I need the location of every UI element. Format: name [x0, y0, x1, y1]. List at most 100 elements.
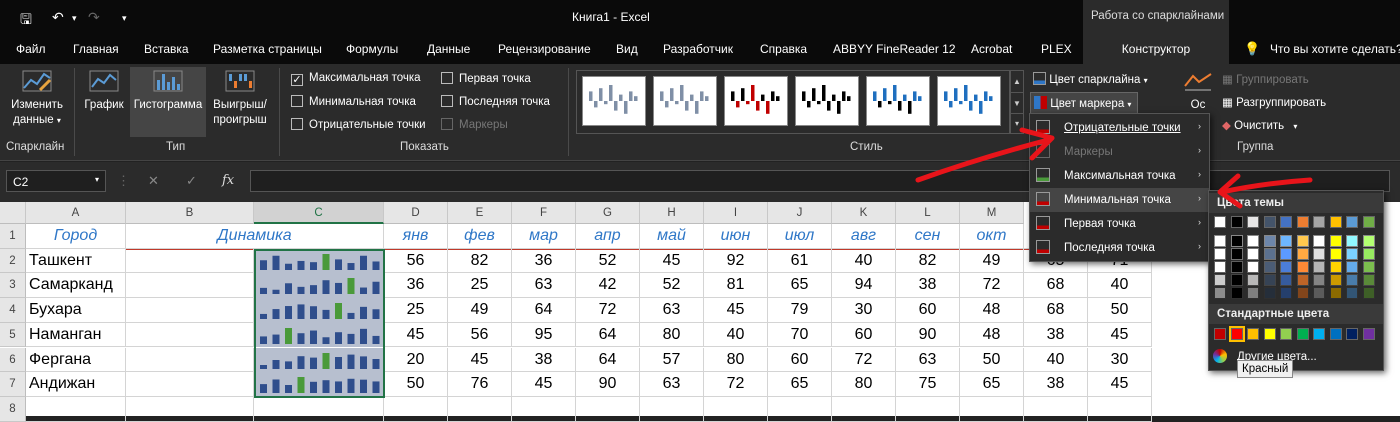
- value-cell[interactable]: 45: [384, 322, 448, 348]
- cell[interactable]: [126, 273, 254, 299]
- city-cell[interactable]: Бухара: [26, 298, 126, 323]
- ungroup-button[interactable]: ▦ Разгруппировать: [1222, 95, 1326, 109]
- cell[interactable]: [1088, 396, 1152, 422]
- header-city[interactable]: Город: [26, 224, 126, 249]
- value-cell[interactable]: 52: [640, 273, 704, 299]
- value-cell[interactable]: 38: [1024, 372, 1088, 397]
- row-header-8[interactable]: 8: [0, 396, 26, 422]
- tab-help[interactable]: Справка: [760, 42, 807, 56]
- theme-color-swatch[interactable]: [1214, 216, 1226, 228]
- cancel-icon[interactable]: ✕: [148, 173, 159, 189]
- cell[interactable]: [126, 396, 254, 422]
- type-column-button[interactable]: Гистограмма: [130, 67, 206, 137]
- theme-color-shade[interactable]: [1280, 287, 1292, 299]
- row-header-4[interactable]: 4: [0, 298, 26, 323]
- theme-color-shade[interactable]: [1247, 261, 1259, 273]
- last-point-checkbox[interactable]: Последняя точка: [441, 95, 550, 108]
- theme-color-shade[interactable]: [1263, 261, 1276, 273]
- value-cell[interactable]: 38: [896, 273, 960, 299]
- city-cell[interactable]: Андижан: [26, 372, 126, 397]
- cell[interactable]: [704, 396, 768, 422]
- theme-color-swatch[interactable]: [1313, 216, 1325, 228]
- customize-qat-icon[interactable]: ▾: [122, 13, 127, 24]
- sparkline-color-button[interactable]: Цвет спарклайна ▾: [1033, 72, 1148, 86]
- column-header-A[interactable]: A: [26, 202, 126, 224]
- tab-abbyy[interactable]: ABBYY FineReader 12: [833, 42, 956, 56]
- style-thumb-4[interactable]: [795, 76, 859, 126]
- theme-color-shade[interactable]: [1263, 248, 1276, 260]
- value-cell[interactable]: 92: [704, 248, 768, 274]
- theme-color-shade[interactable]: [1346, 274, 1358, 286]
- tab-design[interactable]: Конструктор: [1083, 34, 1229, 64]
- theme-color-shade[interactable]: [1362, 274, 1375, 286]
- column-header-H[interactable]: H: [640, 202, 704, 224]
- city-cell[interactable]: Ташкент: [26, 248, 126, 274]
- theme-color-shade[interactable]: [1313, 274, 1325, 286]
- standard-color-swatch[interactable]: [1329, 328, 1342, 340]
- value-cell[interactable]: 56: [448, 322, 512, 348]
- theme-color-shade[interactable]: [1296, 287, 1309, 299]
- theme-color-swatch[interactable]: [1346, 216, 1358, 228]
- column-header-C[interactable]: C: [254, 202, 384, 224]
- scroll-down-icon[interactable]: ▼: [1011, 92, 1023, 113]
- header-month[interactable]: сен: [896, 224, 960, 249]
- value-cell[interactable]: 38: [1024, 322, 1088, 348]
- value-cell[interactable]: 80: [640, 322, 704, 348]
- tab-review[interactable]: Рецензирование: [498, 42, 591, 56]
- header-month[interactable]: апр: [576, 224, 640, 249]
- theme-color-shade[interactable]: [1247, 287, 1259, 299]
- standard-color-swatch[interactable]: [1313, 328, 1325, 340]
- menu-item-last-point[interactable]: Последняя точка ›: [1030, 236, 1209, 260]
- formula-input[interactable]: [250, 170, 1390, 192]
- theme-color-shade[interactable]: [1214, 287, 1226, 299]
- theme-color-shade[interactable]: [1329, 261, 1342, 273]
- value-cell[interactable]: 68: [1024, 298, 1088, 323]
- theme-color-shade[interactable]: [1329, 248, 1342, 260]
- theme-color-shade[interactable]: [1313, 235, 1325, 247]
- theme-color-swatch[interactable]: [1329, 216, 1342, 228]
- theme-color-shade[interactable]: [1296, 274, 1309, 286]
- row-header-2[interactable]: 2: [0, 248, 26, 274]
- theme-color-shade[interactable]: [1230, 235, 1243, 247]
- value-cell[interactable]: 25: [384, 298, 448, 323]
- column-header-E[interactable]: E: [448, 202, 512, 224]
- value-cell[interactable]: 57: [640, 347, 704, 373]
- value-cell[interactable]: 60: [768, 347, 832, 373]
- value-cell[interactable]: 45: [512, 372, 576, 397]
- value-cell[interactable]: 65: [768, 372, 832, 397]
- value-cell[interactable]: 80: [832, 372, 896, 397]
- value-cell[interactable]: 82: [448, 248, 512, 274]
- menu-item-negative-points[interactable]: Отрицательные точки ›: [1030, 116, 1209, 140]
- theme-color-swatch[interactable]: [1280, 216, 1292, 228]
- cell[interactable]: [254, 396, 384, 422]
- city-cell[interactable]: Наманган: [26, 322, 126, 348]
- value-cell[interactable]: 64: [576, 322, 640, 348]
- marker-color-button[interactable]: Цвет маркера ▾: [1030, 92, 1139, 114]
- value-cell[interactable]: 40: [1024, 347, 1088, 373]
- value-cell[interactable]: 25: [448, 273, 512, 299]
- value-cell[interactable]: 65: [768, 273, 832, 299]
- low-point-checkbox[interactable]: Минимальная точка: [291, 95, 416, 108]
- theme-color-shade[interactable]: [1346, 287, 1358, 299]
- header-dynamics[interactable]: Динамика: [126, 224, 384, 249]
- undo-icon[interactable]: ↶: [52, 9, 64, 26]
- value-cell[interactable]: 45: [1088, 322, 1152, 348]
- header-month[interactable]: июл: [768, 224, 832, 249]
- value-cell[interactable]: 64: [576, 347, 640, 373]
- standard-color-swatch[interactable]: [1346, 328, 1358, 340]
- value-cell[interactable]: 76: [448, 372, 512, 397]
- city-cell[interactable]: Самарканд: [26, 273, 126, 299]
- theme-color-shade[interactable]: [1214, 274, 1226, 286]
- style-thumb-6[interactable]: [937, 76, 1001, 126]
- theme-color-shade[interactable]: [1329, 287, 1342, 299]
- theme-color-shade[interactable]: [1280, 235, 1292, 247]
- value-cell[interactable]: 82: [896, 248, 960, 274]
- column-header-F[interactable]: F: [512, 202, 576, 224]
- value-cell[interactable]: 72: [832, 347, 896, 373]
- value-cell[interactable]: 48: [960, 298, 1024, 323]
- insert-function-icon[interactable]: fx: [222, 173, 234, 188]
- theme-color-shade[interactable]: [1280, 248, 1292, 260]
- value-cell[interactable]: 50: [960, 347, 1024, 373]
- value-cell[interactable]: 60: [896, 298, 960, 323]
- value-cell[interactable]: 56: [384, 248, 448, 274]
